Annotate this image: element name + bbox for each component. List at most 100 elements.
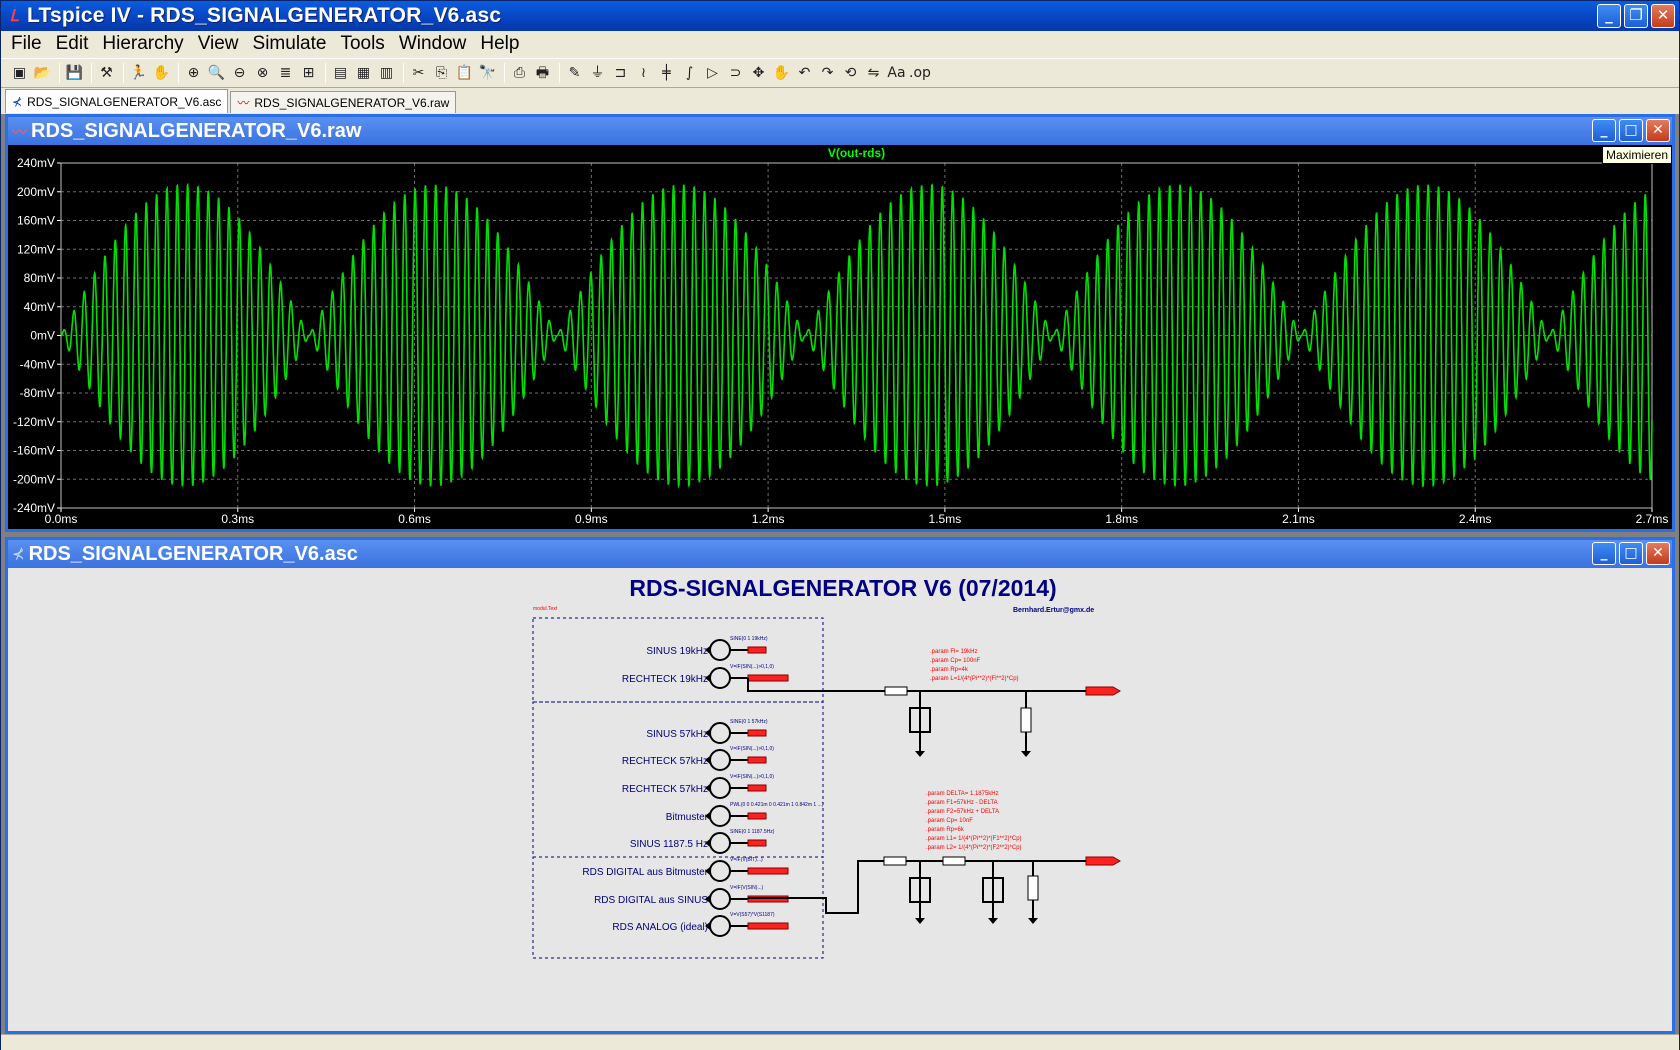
- waveform-chart[interactable]: V(out-rds)0.0ms 0.3ms 0.6ms 0.9ms 1.2ms 1.5ms…: [8, 145, 1672, 529]
- toolbar-separator: [403, 63, 404, 83]
- print-icon[interactable]: 🖶: [532, 63, 553, 84]
- cut-icon[interactable]: ✂: [408, 63, 429, 84]
- label-net-icon[interactable]: ⊐: [610, 63, 631, 84]
- voltage-source-icon: [709, 860, 731, 882]
- waveform-title-bar[interactable]: 〰 RDS_SIGNALGENERATOR_V6.raw _ □ ✕: [8, 117, 1672, 145]
- zoom-fit-icon[interactable]: ⊗: [252, 63, 273, 84]
- ground-icon[interactable]: ⏚: [587, 63, 608, 84]
- voltage-source-icon: [709, 722, 731, 744]
- tab-label: RDS_SIGNALGENERATOR_V6.asc: [27, 94, 222, 109]
- voltage-source-icon: [709, 888, 731, 910]
- schematic-icon: ⊀: [12, 94, 23, 109]
- plot-settings-icon[interactable]: ⊞: [298, 63, 319, 84]
- mirror-icon[interactable]: ⇋: [863, 63, 884, 84]
- ltspice-window: ᒪ LTspice IV - RDS_SIGNALGENERATOR_V6.as…: [0, 0, 1680, 1050]
- redo-icon[interactable]: ↷: [817, 63, 838, 84]
- tab-waveform[interactable]: 〰 RDS_SIGNALGENERATOR_V6.raw: [230, 91, 457, 113]
- close-button[interactable]: ✕: [1651, 4, 1675, 28]
- move-icon[interactable]: ✥: [748, 63, 769, 84]
- spice-directive: .param Rp=6k: [926, 827, 965, 833]
- tab-schematic[interactable]: ⊀ RDS_SIGNALGENERATOR_V6.asc: [5, 89, 229, 113]
- waveform-maximize-button[interactable]: □: [1619, 119, 1643, 142]
- voltage-source-icon: [709, 749, 731, 771]
- tile-vertical-icon[interactable]: ▥: [376, 63, 397, 84]
- schematic-close-button[interactable]: ✕: [1646, 542, 1670, 565]
- window-controls: _ ❐ ✕: [1597, 4, 1675, 28]
- open-icon[interactable]: 📂: [32, 63, 53, 84]
- schematic-canvas[interactable]: RDS-SIGNALGENERATOR V6 (07/2014) Bernhard…: [8, 568, 1672, 1031]
- spice-directive: .param Cp= 100nF: [930, 658, 981, 664]
- author-note: Bernhard.Ertur@gmx.de: [1013, 607, 1094, 614]
- y-tick-label: -80mV: [20, 386, 55, 400]
- y-tick-label: -120mV: [13, 415, 55, 429]
- schematic-maximize-button[interactable]: □: [1619, 542, 1643, 565]
- toolbar-separator: [504, 63, 505, 83]
- diode-icon[interactable]: ▷: [702, 63, 723, 84]
- paste-icon[interactable]: 📋: [454, 63, 475, 84]
- schematic-icon: ⊀: [12, 545, 25, 563]
- spice-directive-icon[interactable]: .op: [909, 63, 931, 84]
- chart-title: V(out-rds): [828, 146, 885, 160]
- undo-icon[interactable]: ↶: [794, 63, 815, 84]
- control-panel-icon[interactable]: ⚒: [96, 63, 117, 84]
- schematic-window: ⊀ RDS_SIGNALGENERATOR_V6.asc _ □ ✕ RDS-S…: [5, 537, 1675, 1034]
- save-icon[interactable]: 💾: [64, 63, 85, 84]
- menu-help[interactable]: Help: [474, 33, 527, 55]
- y-tick-label: -200mV: [13, 472, 55, 486]
- halt-icon[interactable]: ✋: [151, 63, 172, 84]
- menu-view[interactable]: View: [192, 33, 247, 55]
- voltage-source-icon: [709, 667, 731, 689]
- voltage-source-icon: [709, 805, 731, 827]
- wire-icon[interactable]: ✎: [564, 63, 585, 84]
- source-value: SINE(0 1 1187.5Hz): [730, 829, 775, 835]
- waveform-plot-area[interactable]: V(out-rds) 0.0ms 0.3ms 0.6ms 0.9ms 1.2ms 1.5ms…: [8, 145, 1672, 529]
- menu-file[interactable]: File: [5, 33, 50, 55]
- autorange-icon[interactable]: ≣: [275, 63, 296, 84]
- waveform-minimize-button[interactable]: _: [1592, 119, 1616, 142]
- zoom-out-icon[interactable]: ⊖: [229, 63, 250, 84]
- menu-tools[interactable]: Tools: [334, 33, 392, 55]
- new-schematic-icon[interactable]: ▣: [9, 63, 30, 84]
- spice-directive: .param L=1/(4*(Pi**2)*(Fl**2)*Cp): [930, 676, 1019, 682]
- minimize-button[interactable]: _: [1597, 4, 1621, 28]
- zoom-in-icon[interactable]: ⊕: [183, 63, 204, 84]
- schematic-minimize-button[interactable]: _: [1592, 542, 1616, 565]
- zoom-pan-icon[interactable]: 🔍: [206, 63, 227, 84]
- text-icon[interactable]: Aa: [886, 63, 907, 84]
- rotate-icon[interactable]: ⟲: [840, 63, 861, 84]
- title-bar[interactable]: ᒪ LTspice IV - RDS_SIGNALGENERATOR_V6.as…: [1, 1, 1679, 31]
- schematic-title-bar[interactable]: ⊀ RDS_SIGNALGENERATOR_V6.asc _ □ ✕: [8, 540, 1672, 568]
- window-title: LTspice IV - RDS_SIGNALGENERATOR_V6.asc: [27, 4, 502, 27]
- source-value: V=IF(SIN(...)>0,1,0): [730, 746, 774, 752]
- find-icon[interactable]: 🔭: [477, 63, 498, 84]
- menu-edit[interactable]: Edit: [50, 33, 97, 55]
- resistor-icon[interactable]: ≀: [633, 63, 654, 84]
- output-net-label-icon: [1085, 856, 1122, 866]
- source-value: V=IF(V(BIT)...): [730, 857, 763, 863]
- schematic-drawing[interactable]: RDS-SIGNALGENERATOR V6 (07/2014) Bernhard…: [8, 568, 1672, 1031]
- net-label-icon: [747, 729, 767, 737]
- source-label: RDS ANALOG (ideal): [612, 922, 708, 933]
- menu-window[interactable]: Window: [393, 33, 475, 55]
- source-label: RDS DIGITAL aus Bitmuster: [582, 867, 708, 878]
- box-19khz: [532, 617, 824, 703]
- cascade-icon[interactable]: ▦: [353, 63, 374, 84]
- menu-hierarchy[interactable]: Hierarchy: [96, 33, 191, 55]
- waveform-close-button[interactable]: ✕: [1646, 119, 1670, 142]
- copy-icon[interactable]: ⎘: [431, 63, 452, 84]
- drag-icon[interactable]: ✋: [771, 63, 792, 84]
- run-icon[interactable]: 🏃: [128, 63, 149, 84]
- capacitor-icon[interactable]: ╪: [656, 63, 677, 84]
- x-tick-label: 2.4ms: [1459, 512, 1492, 526]
- mdi-area: 〰 RDS_SIGNALGENERATOR_V6.raw _ □ ✕ V(out…: [1, 114, 1679, 1034]
- voltage-source-icon: [709, 832, 731, 854]
- net-label-icon: [747, 646, 767, 654]
- menu-simulate[interactable]: Simulate: [247, 33, 335, 55]
- tile-horizontal-icon[interactable]: ▤: [330, 63, 351, 84]
- component-icon[interactable]: ⊃: [725, 63, 746, 84]
- inductor-icon[interactable]: ∫: [679, 63, 700, 84]
- schematic-window-title: RDS_SIGNALGENERATOR_V6.asc: [28, 542, 358, 565]
- print-preview-icon[interactable]: ⎙: [509, 63, 530, 84]
- ltspice-logo-icon: ᒪ: [9, 6, 19, 25]
- restore-button[interactable]: ❐: [1624, 4, 1648, 28]
